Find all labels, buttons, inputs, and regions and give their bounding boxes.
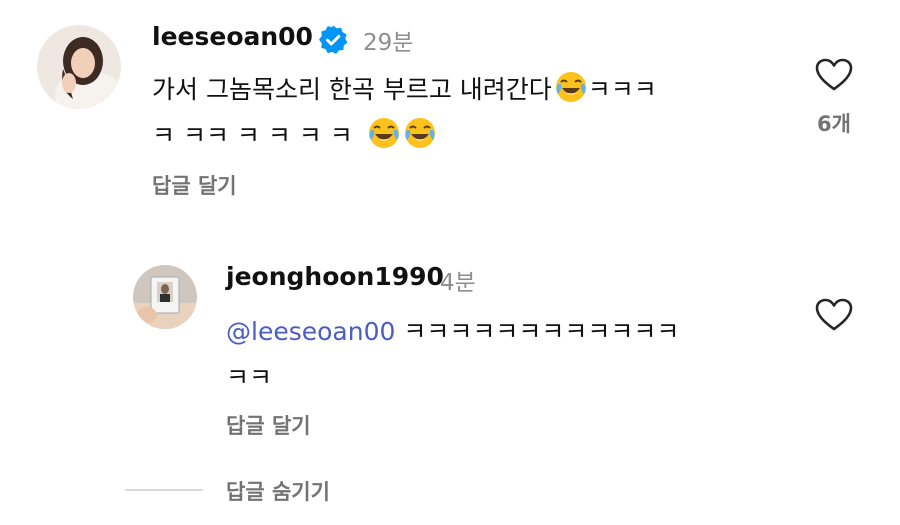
reply-text: @leeseoan00 ㅋㅋㅋㅋㅋㅋㅋㅋㅋㅋㅋㅋ ㅋㅋ — [226, 309, 679, 401]
hide-replies-button[interactable]: 답글 숨기기 — [226, 476, 330, 506]
comment-like-count[interactable]: 6개 — [804, 108, 864, 138]
avatar[interactable] — [37, 25, 121, 109]
reply-mention-link[interactable]: @leeseoan00 — [226, 317, 395, 346]
reply-username[interactable]: jeonghoon1990 — [226, 262, 444, 291]
comment-text-line1-suffix: ㅋㅋㅋ — [587, 75, 657, 104]
comment-thread: leeseoan00 29분 가서 그놈목소리 한곡 부르고 내려간다 ㅋㅋㅋ ㅋ… — [0, 0, 900, 525]
comment-text-line1: 가서 그놈목소리 한곡 부르고 내려간다 — [152, 75, 552, 104]
reply-timestamp: 4분 — [440, 270, 476, 296]
reply-text-line1: ㅋㅋㅋㅋㅋㅋㅋㅋㅋㅋㅋㅋ — [403, 317, 680, 346]
heart-outline-icon[interactable] — [815, 58, 853, 92]
divider — [125, 489, 203, 491]
reply-text-line2: ㅋㅋ — [226, 363, 273, 392]
comment-timestamp: 29분 — [363, 30, 414, 56]
reply-reply-button[interactable]: 답글 달기 — [226, 410, 311, 440]
laughing-tears-emoji-icon — [367, 116, 401, 150]
comment-reply-button[interactable]: 답글 달기 — [152, 170, 237, 200]
laughing-tears-emoji-icon — [403, 116, 437, 150]
heart-outline-icon[interactable] — [815, 298, 853, 332]
comment-text: 가서 그놈목소리 한곡 부르고 내려간다 ㅋㅋㅋ ㅋ ㅋㅋ ㅋ ㅋ ㅋ ㅋ — [152, 67, 657, 159]
reply-avatar[interactable] — [133, 265, 197, 329]
comment-username[interactable]: leeseoan00 — [152, 22, 313, 51]
laughing-tears-emoji-icon — [554, 70, 588, 104]
verified-badge-icon — [317, 24, 349, 56]
comment-text-line2: ㅋ ㅋㅋ ㅋ ㅋ ㅋ ㅋ — [152, 121, 353, 150]
